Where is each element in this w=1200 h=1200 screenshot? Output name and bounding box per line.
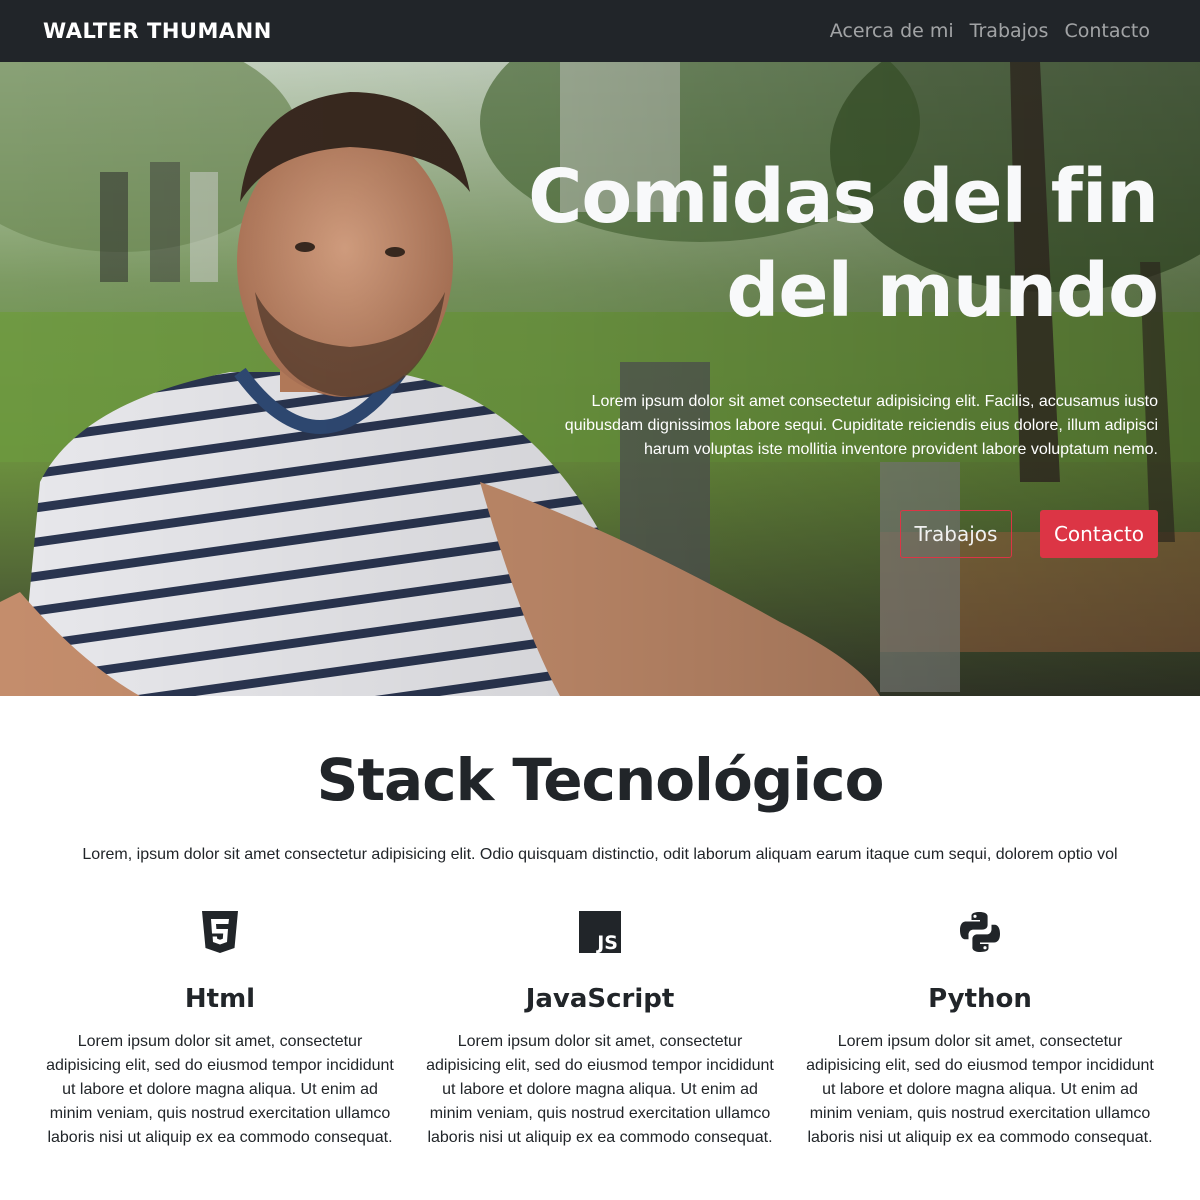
hero-buttons: Trabajos Contacto — [518, 510, 1158, 558]
stack-card-html: Html Lorem ipsum dolor sit amet, consect… — [40, 910, 400, 1150]
stack-card-text: Lorem ipsum dolor sit amet, consectetur … — [46, 1033, 394, 1146]
hero-title: Comidas del fin del mundo — [518, 150, 1159, 338]
nav-link-acerca[interactable]: Acerca de mi — [830, 20, 954, 42]
nav-links: Acerca de mi Trabajos Contacto — [830, 20, 1150, 42]
svg-text:JS: JS — [595, 932, 618, 953]
navbar: WALTER THUMANN Acerca de mi Trabajos Con… — [0, 0, 1200, 62]
stack-card-title: Python — [928, 984, 1032, 1014]
stack-card-title: JavaScript — [525, 984, 675, 1014]
trabajos-button[interactable]: Trabajos — [900, 510, 1012, 558]
brand-logo[interactable]: WALTER THUMANN — [43, 19, 272, 43]
hero-title-line-2: del mundo — [726, 248, 1159, 334]
python-icon — [800, 910, 1160, 954]
javascript-icon: JS — [420, 910, 780, 954]
stack-card-javascript: JS JavaScript Lorem ipsum dolor sit amet… — [420, 910, 780, 1150]
nav-link-contacto[interactable]: Contacto — [1064, 20, 1150, 42]
stack-lead: Lorem, ipsum dolor sit amet consectetur … — [82, 846, 1118, 863]
stack-card-python: Python Lorem ipsum dolor sit amet, conse… — [800, 910, 1160, 1150]
stack-title: Stack Tecnológico — [316, 746, 885, 814]
hero-description: Lorem ipsum dolor sit amet consectetur a… — [564, 393, 1158, 458]
hero-section: Comidas del fin del mundo Lorem ipsum do… — [0, 62, 1200, 696]
html5-icon — [40, 910, 400, 954]
stack-card-text: Lorem ipsum dolor sit amet, consectetur … — [426, 1033, 774, 1146]
hero-content: Comidas del fin del mundo Lorem ipsum do… — [518, 150, 1159, 558]
hero-title-line-1: Comidas del fin — [528, 154, 1159, 240]
stack-card-text: Lorem ipsum dolor sit amet, consectetur … — [806, 1033, 1154, 1146]
nav-link-trabajos[interactable]: Trabajos — [970, 20, 1049, 42]
stack-section: Stack Tecnológico Lorem, ipsum dolor sit… — [0, 696, 1200, 1200]
contacto-button[interactable]: Contacto — [1040, 510, 1158, 558]
stack-card-title: Html — [184, 984, 256, 1014]
